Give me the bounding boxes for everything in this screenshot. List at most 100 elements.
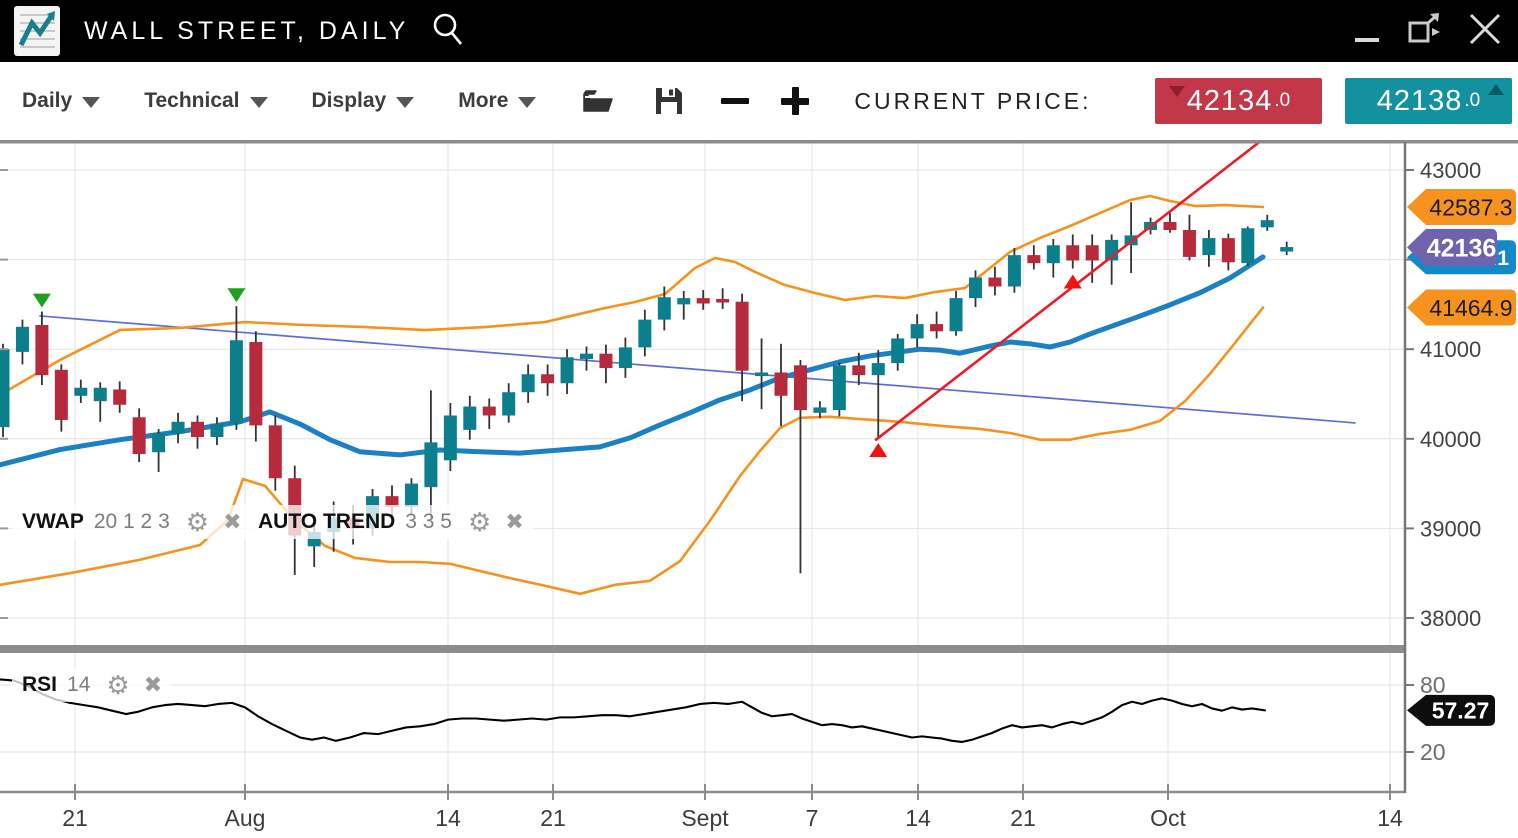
candle-body (1280, 247, 1293, 251)
auto-trend-remove-icon[interactable]: ✖ (505, 511, 523, 533)
candle-body (444, 416, 457, 461)
candle-body (1261, 220, 1274, 227)
menu-label: More (458, 89, 508, 113)
auto-trend-settings-gear-icon[interactable]: ⚙ (468, 509, 491, 535)
zoom-in-icon[interactable] (780, 86, 810, 116)
candle-body (1241, 228, 1254, 263)
save-icon[interactable] (654, 86, 684, 116)
rsi-remove-icon[interactable]: ✖ (144, 674, 162, 696)
minimize-button[interactable] (1354, 12, 1380, 51)
svg-text:57.27: 57.27 (1432, 698, 1490, 724)
candle-body (561, 357, 574, 383)
candle-body (619, 347, 632, 368)
window-controls (1354, 0, 1502, 62)
svg-text:Oct: Oct (1150, 805, 1186, 831)
candle-body (794, 365, 807, 410)
rsi-settings-gear-icon[interactable]: ⚙ (106, 672, 129, 698)
candle-body (55, 370, 68, 420)
candle-body (191, 422, 204, 437)
svg-text:43000: 43000 (1420, 158, 1481, 183)
rsi-name: RSI (22, 673, 57, 697)
zoom-out-icon[interactable] (720, 95, 750, 107)
svg-text:14: 14 (435, 805, 461, 831)
svg-text:Aug: Aug (225, 805, 266, 831)
open-folder-icon[interactable] (582, 87, 614, 115)
candle-body (133, 417, 146, 454)
menu-label: Daily (22, 89, 72, 113)
candle-body (1066, 245, 1079, 260)
candle-body (930, 324, 943, 331)
candle-body (969, 278, 982, 299)
window-title: WALL STREET, DAILY (84, 17, 409, 46)
candle-body (1202, 238, 1215, 255)
search-icon[interactable] (431, 11, 465, 52)
candle-body (775, 372, 788, 395)
candle-body (210, 424, 223, 437)
title-bar: WALL STREET, DAILY (0, 0, 1518, 62)
candle-body (1027, 255, 1040, 263)
price-down-arrow-icon (1169, 86, 1185, 97)
candle-body (269, 425, 282, 478)
svg-text:21: 21 (1010, 805, 1036, 831)
menu-more[interactable]: More (458, 89, 536, 113)
svg-text:42587.3: 42587.3 (1429, 194, 1512, 220)
candle-body (230, 340, 243, 423)
menu-timeframe-daily[interactable]: Daily (22, 89, 100, 113)
sell-price-button[interactable]: 42134 .0 (1155, 78, 1322, 124)
menu-label: Display (312, 89, 387, 113)
close-button[interactable] (1468, 12, 1502, 51)
candle-body (950, 298, 963, 331)
candle-body (541, 374, 554, 383)
svg-text:14: 14 (905, 805, 931, 831)
candle-body (152, 433, 165, 452)
candle-body (677, 298, 690, 304)
candle-body (16, 327, 29, 352)
candle-body (502, 392, 515, 415)
svg-text:41464.9: 41464.9 (1429, 295, 1512, 321)
auto-trend-indicator-label: AUTO TREND 3 3 5 ⚙ ✖ (248, 505, 534, 539)
candle-body (1047, 245, 1060, 263)
chevron-down-icon (518, 97, 536, 108)
auto-trend-params: 3 3 5 (405, 510, 452, 534)
candle-body (891, 338, 904, 363)
buy-price-decimal: .0 (1464, 90, 1480, 112)
vwap-remove-icon[interactable]: ✖ (223, 511, 241, 533)
app-logo-chart-icon (14, 6, 60, 56)
candle-body (697, 298, 710, 303)
vwap-params: 20 1 2 3 (94, 510, 170, 534)
sell-price-value: 42134 (1187, 85, 1273, 118)
candle-body (1008, 255, 1021, 286)
chevron-down-icon (396, 97, 414, 108)
candle-body (911, 324, 924, 338)
candle-body (172, 422, 185, 434)
svg-text:14: 14 (1377, 805, 1403, 831)
candle-body (113, 390, 126, 405)
candle-body (1086, 245, 1099, 260)
vwap-settings-gear-icon[interactable]: ⚙ (186, 509, 209, 535)
candle-body (35, 325, 48, 375)
candle-body (736, 302, 749, 371)
candle-body (0, 349, 10, 427)
buy-price-button[interactable]: 42138 .0 (1345, 78, 1512, 124)
svg-text:21: 21 (62, 805, 88, 831)
candle-body (405, 484, 418, 507)
candle-body (424, 442, 437, 487)
svg-text:40000: 40000 (1420, 427, 1481, 452)
svg-text:20: 20 (1420, 739, 1446, 765)
candle-body (94, 388, 107, 401)
menu-display[interactable]: Display (312, 89, 415, 113)
candle-body (74, 388, 87, 396)
svg-text:41000: 41000 (1420, 337, 1481, 362)
menu-label: Technical (144, 89, 239, 113)
candle-body (658, 297, 671, 319)
menu-technical[interactable]: Technical (144, 89, 267, 113)
svg-text:7: 7 (806, 805, 819, 831)
candle-body (872, 363, 885, 375)
svg-text:80: 80 (1420, 672, 1446, 698)
trading-chart-window: 4300041000400003900038000802021Aug1421Se… (0, 0, 1518, 838)
price-up-arrow-icon (1488, 84, 1504, 95)
vwap-name: VWAP (22, 510, 84, 534)
popout-button[interactable] (1406, 11, 1442, 52)
svg-text:42136: 42136 (1427, 234, 1497, 262)
candle-body (716, 299, 729, 303)
